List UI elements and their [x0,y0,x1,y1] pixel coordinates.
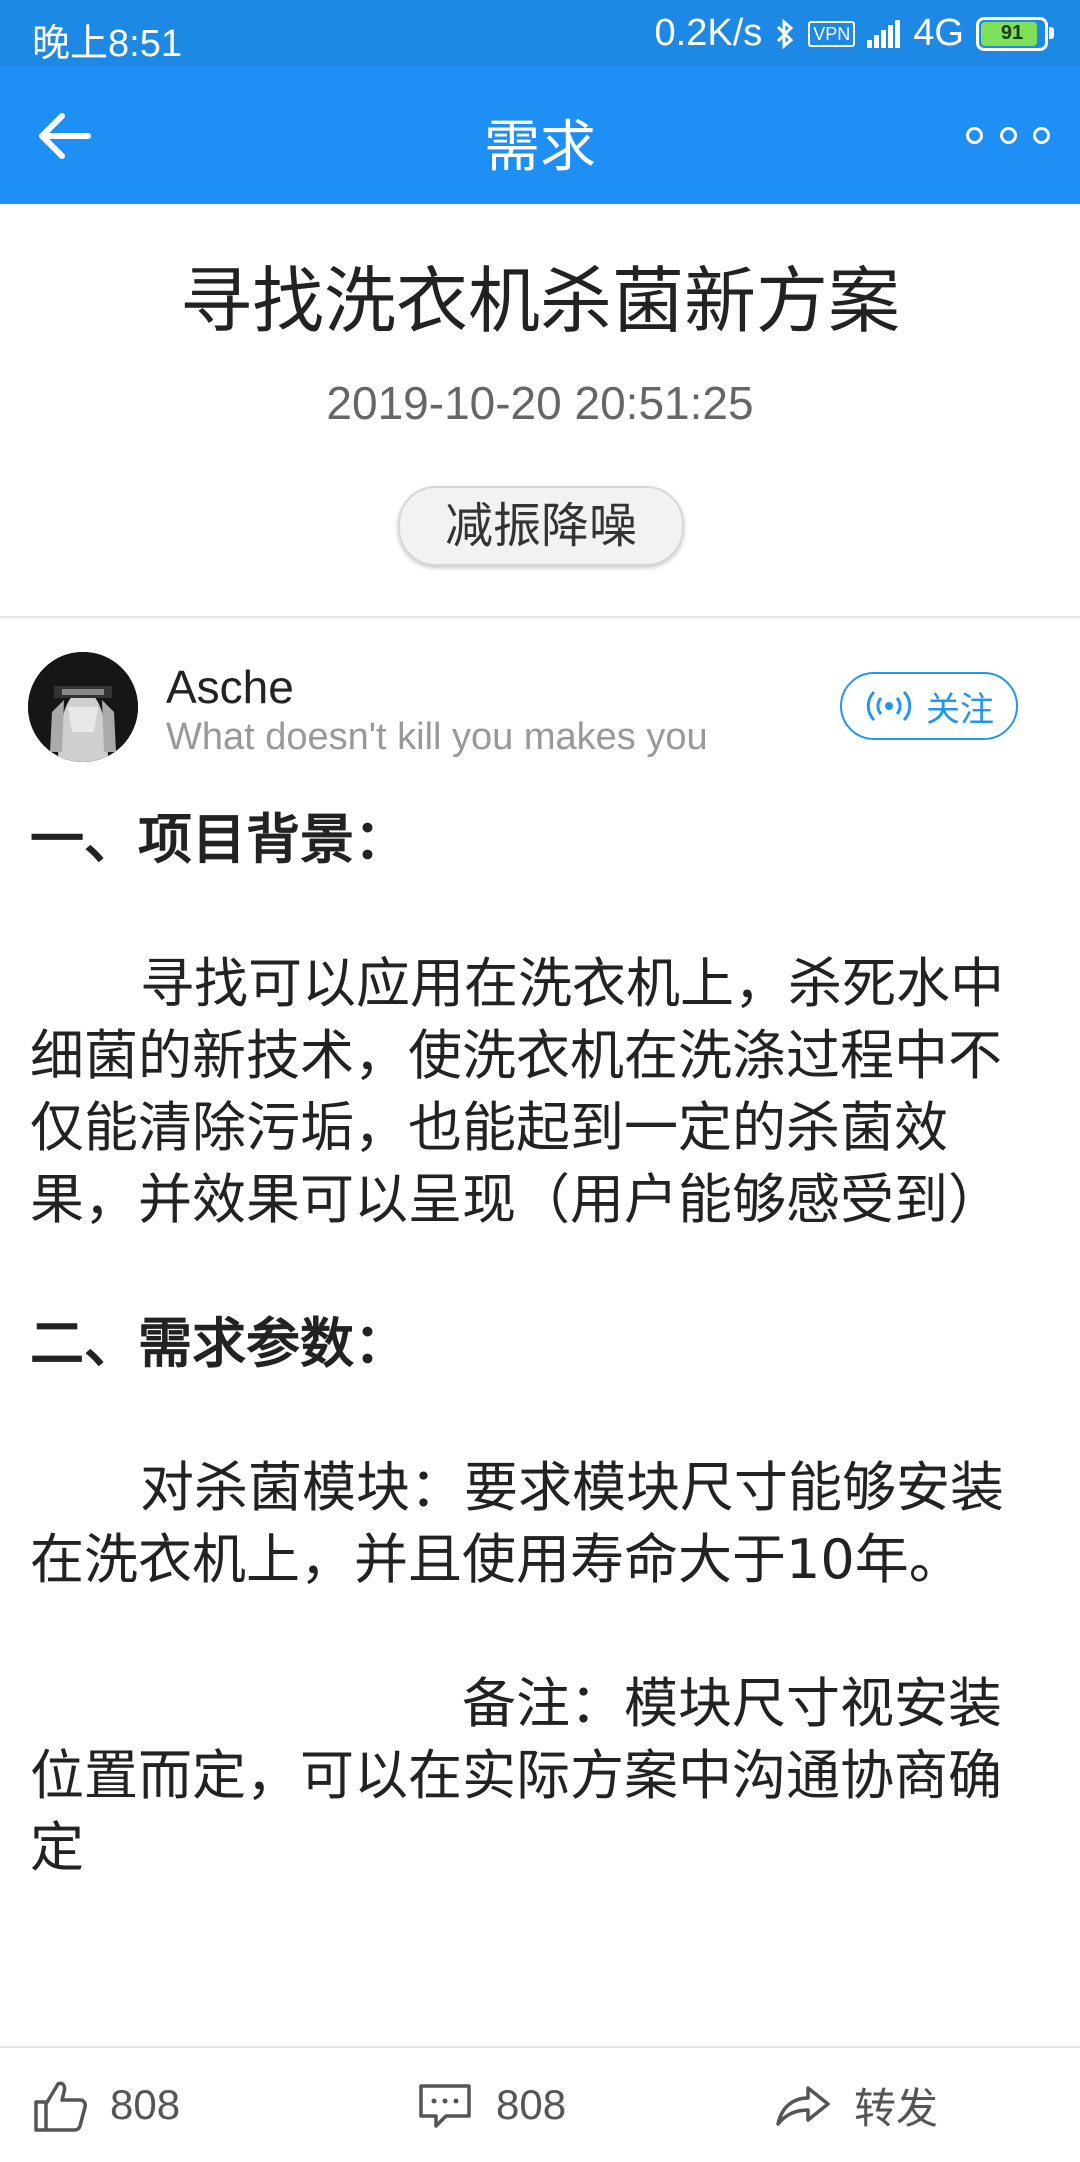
section-heading: 二、需求参数： [30,1312,408,1375]
category-tag[interactable]: 减振降噪 [398,486,684,566]
like-button[interactable]: 808 [30,2048,180,2162]
avatar-image [28,652,138,762]
paragraph: 对杀菌模块：要求模块尺寸能够安装在洗衣机上，并且使用寿命大于10年。 [30,1456,1004,1591]
status-bar: 晚上8:51 0.2K/s VPN 4G 91 [0,0,1080,66]
paragraph: 备注：模块尺寸视安装位置而定，可以在实际方案中沟通协商确定 [30,1672,1002,1879]
network-speed: 0.2K/s [654,12,763,54]
author-name[interactable]: Asche [166,660,294,714]
section-heading: 一、项目背景： [30,808,408,871]
avatar[interactable] [28,652,138,762]
like-count: 808 [110,2081,181,2128]
comment-icon [419,2084,471,2128]
share-label: 转发 [854,2084,939,2132]
share-arrow-icon [776,2086,830,2126]
article-content: 一、项目背景： 寻找可以应用在洗衣机上，杀死水中细菌的新技术，使洗衣机在洗涤过程… [30,804,1055,1884]
paragraph: 寻找可以应用在洗衣机上，杀死水中细菌的新技术，使洗衣机在洗涤过程中不仅能清除污垢… [30,952,1004,1231]
author-signature: What doesn't kill you makes you [166,716,708,758]
article-title: 寻找洗衣机杀菌新方案 [179,259,900,343]
article-datetime: 2019-10-20 20:51:25 [326,377,754,429]
vpn-badge: VPN [808,20,856,47]
network-type: 4G [913,12,964,54]
broadcast-icon [866,690,912,722]
more-options-icon[interactable] [966,120,1050,150]
signal-icon [867,19,901,48]
bottom-action-bar: 808 808 转发 [0,2046,1080,2162]
battery-percent: 91 [1000,21,1024,44]
follow-label: 关注 [926,689,994,730]
thumbs-up-icon [34,2081,87,2132]
follow-button[interactable]: 关注 [840,672,1018,740]
app-bar: 需求 [0,66,1080,204]
comment-count: 808 [496,2081,567,2128]
status-icons: 0.2K/s VPN 4G 91 [654,12,1054,55]
share-button[interactable]: 转发 [774,2048,938,2162]
comment-button[interactable]: 808 [416,2048,566,2162]
battery-icon: 91 [976,16,1054,51]
status-time: 晚上8:51 [32,23,182,65]
divider [0,616,1080,618]
bluetooth-icon [777,18,794,49]
page-title: 需求 [484,115,596,180]
